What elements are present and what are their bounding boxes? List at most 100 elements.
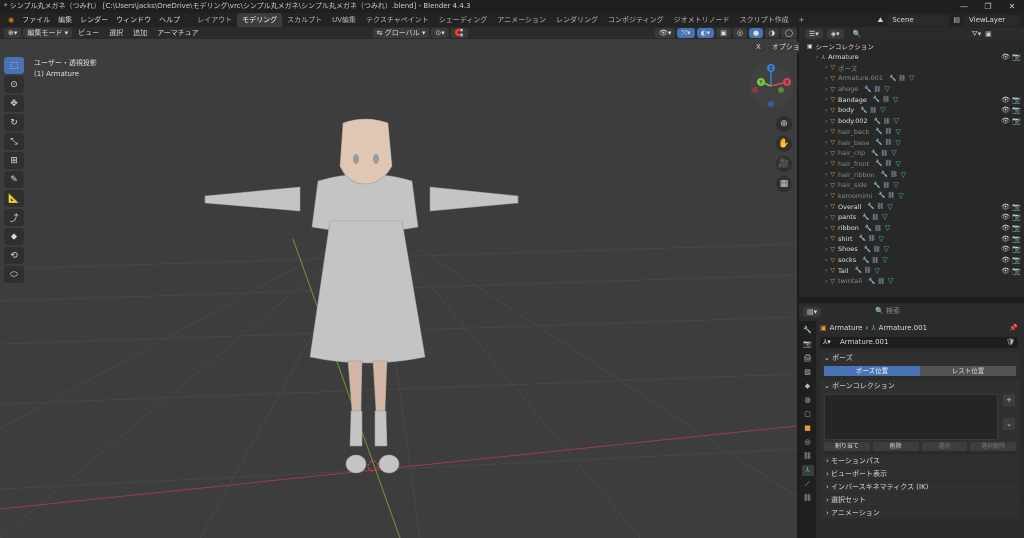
chevron-right-icon[interactable]: › xyxy=(825,139,827,146)
outliner-row[interactable]: › ▽ hair_back 🔧 ⛓ ▽ xyxy=(799,127,1024,138)
tab-modeling[interactable]: モデリング xyxy=(237,13,283,27)
bone-collections-list[interactable] xyxy=(824,394,998,440)
outliner-row[interactable]: › ▽ twintail 🔧 ⛓ ▽ xyxy=(799,276,1024,287)
maximize-button[interactable]: ❐ xyxy=(976,0,1000,13)
animation-panel[interactable]: › アニメーション xyxy=(820,507,1020,519)
outliner-row[interactable]: › ⅄ Armature 👁 📷 xyxy=(799,52,1024,63)
outliner-row[interactable]: › ▽ Overall 🔧 ⛓ ▽ 👁 📷 xyxy=(799,201,1024,212)
chevron-right-icon[interactable]: › xyxy=(825,86,827,93)
render-camera-icon[interactable]: 📷 xyxy=(1012,245,1021,253)
motion-paths-panel[interactable]: › モーションパス xyxy=(820,455,1020,467)
chevron-right-icon[interactable]: › xyxy=(825,214,827,221)
visibility-eye-icon[interactable]: 👁 xyxy=(1001,224,1010,232)
visibility-eye-icon[interactable]: 👁 xyxy=(1001,213,1010,221)
selection-sets-panel[interactable]: › 選択セット xyxy=(820,494,1020,506)
chevron-right-icon[interactable]: › xyxy=(825,128,827,135)
chevron-right-icon[interactable]: › xyxy=(825,192,827,199)
render-camera-icon[interactable]: 📷 xyxy=(1012,53,1021,61)
menu-file[interactable]: ファイル xyxy=(18,13,54,27)
scene-collection-row[interactable]: ▣ シーンコレクション xyxy=(799,41,1024,52)
scene-tab-icon[interactable]: ◆ xyxy=(802,381,814,392)
render-camera-icon[interactable]: 📷 xyxy=(1012,96,1021,104)
chevron-right-icon[interactable]: › xyxy=(825,278,827,285)
tab-geometry-nodes[interactable]: ジオメトリノード xyxy=(669,13,735,27)
render-camera-icon[interactable]: 📷 xyxy=(1012,267,1021,275)
visibility-eye-icon[interactable]: 👁 xyxy=(1001,106,1010,114)
snap-icon[interactable]: 🧲 xyxy=(450,28,468,38)
shading-material-icon[interactable]: ◑ xyxy=(765,28,780,38)
fake-user-icon[interactable]: 🛡 xyxy=(1006,337,1015,348)
tool-tab-icon[interactable]: 🔧 xyxy=(802,325,814,336)
menu-edit[interactable]: 編集 xyxy=(54,13,76,27)
scene-field[interactable]: Scene xyxy=(887,14,950,26)
gizmo-toggle-icon[interactable]: ⤧▾ xyxy=(677,28,695,38)
tab-compositing[interactable]: コンポジティング xyxy=(603,13,669,27)
render-camera-icon[interactable]: 📷 xyxy=(1012,224,1021,232)
outliner-row[interactable]: › ▽ hair_ribbon 🔧 ⛓ ▽ xyxy=(799,169,1024,180)
chevron-right-icon[interactable]: › xyxy=(825,267,827,274)
menu-add[interactable]: 追加 xyxy=(129,28,151,38)
shading-solid-icon[interactable]: ● xyxy=(748,28,764,38)
outliner-row[interactable]: › ▽ Shoes 🔧 ⛓ ▽ 👁 📷 xyxy=(799,244,1024,255)
armature-data-tab-icon[interactable]: ⅄ xyxy=(801,465,814,476)
datablock-icon[interactable]: ⅄▾ xyxy=(823,337,831,348)
new-collection-icon[interactable]: ▣ xyxy=(985,30,992,38)
outliner-display-mode-icon[interactable]: ◈▾ xyxy=(826,29,844,39)
outliner-row[interactable]: › ▽ ポーズ xyxy=(799,62,1024,73)
outliner-search-input[interactable]: 🔍 xyxy=(847,28,968,40)
inverse-kinematics-panel[interactable]: › インバースキネマティクス (IK) xyxy=(820,481,1020,493)
outliner-row[interactable]: › ▽ hair_side 🔧 ⛓ ▽ xyxy=(799,180,1024,191)
chevron-right-icon[interactable]: › xyxy=(825,246,827,253)
chevron-right-icon[interactable]: › xyxy=(825,75,827,82)
viewport-display-panel[interactable]: › ビューポート表示 xyxy=(820,468,1020,480)
filter-icon[interactable]: ⛛▾ xyxy=(972,30,981,39)
constraints-tab-icon[interactable]: ⛓ xyxy=(802,451,814,462)
properties-editor-type-icon[interactable]: ▤▾ xyxy=(803,307,822,317)
object-tab-icon[interactable]: ■ xyxy=(802,423,814,434)
collection-menu-button[interactable]: ⌄ xyxy=(1003,418,1015,430)
add-workspace-button[interactable]: + xyxy=(794,13,810,27)
outliner-row[interactable]: › ▽ hair_base 🔧 ⛓ ▽ xyxy=(799,137,1024,148)
pivot-icon[interactable]: ⊙▾ xyxy=(431,28,449,38)
chevron-right-icon[interactable]: › xyxy=(825,160,827,167)
outliner-row[interactable]: › ▽ ribbon 🔧 ⛓ ▽ 👁 📷 xyxy=(799,223,1024,234)
tab-sculpt[interactable]: スカルプト xyxy=(282,13,327,27)
chevron-right-icon[interactable]: › xyxy=(825,203,827,210)
outliner-row[interactable]: › ▽ shirt 🔧 ⛓ ▽ 👁 📷 xyxy=(799,233,1024,244)
render-camera-icon[interactable]: 📷 xyxy=(1012,235,1021,243)
render-camera-icon[interactable]: 📷 xyxy=(1012,106,1021,114)
visibility-eye-icon[interactable]: 👁 xyxy=(1001,267,1010,275)
tab-texture-paint[interactable]: テクスチャペイント xyxy=(361,13,434,27)
chevron-right-icon[interactable]: › xyxy=(825,118,827,125)
perspective-grid-icon[interactable]: ▦ xyxy=(776,176,792,192)
bone-envelope-icon[interactable]: ⬭ xyxy=(4,266,24,283)
visibility-eye-icon[interactable]: 👁 xyxy=(1001,245,1010,253)
outliner-row[interactable]: › ▽ hair_clip 🔧 ⛓ ▽ xyxy=(799,148,1024,159)
measure-icon[interactable]: 📐 xyxy=(4,190,24,207)
outliner-editor-type-icon[interactable]: ☰▾ xyxy=(805,29,823,39)
orientation-select[interactable]: ⇆ グローバル ▾ xyxy=(372,28,430,38)
visibility-eye-icon[interactable]: 👁 xyxy=(1001,96,1010,104)
cursor-icon[interactable]: ⊙ xyxy=(4,76,24,93)
pin-icon[interactable]: 📌 xyxy=(1009,324,1018,332)
close-button[interactable]: ✕ xyxy=(1000,0,1024,13)
add-collection-button[interactable]: + xyxy=(1003,394,1015,406)
tab-shading[interactable]: シェーディング xyxy=(434,13,493,27)
chevron-right-icon[interactable]: › xyxy=(825,225,827,232)
chevron-right-icon[interactable]: › xyxy=(825,64,827,71)
select-box-icon[interactable]: ⬚ xyxy=(4,57,24,74)
viewport-3d[interactable] xyxy=(0,39,797,538)
rest-position-button[interactable]: レスト位置 xyxy=(920,366,1016,376)
chevron-right-icon[interactable]: › xyxy=(825,171,827,178)
menu-help[interactable]: ヘルプ xyxy=(155,13,184,27)
visibility-eye-icon[interactable]: 👁 xyxy=(1001,53,1010,61)
assign-button[interactable]: 割り当て xyxy=(824,442,870,451)
properties-search-input[interactable]: 🔍 検索 xyxy=(870,306,1004,317)
remove-button[interactable]: 削除 xyxy=(872,442,919,451)
world-tab-icon[interactable]: ◍ xyxy=(802,395,814,406)
chevron-right-icon[interactable]: › xyxy=(825,107,827,114)
bone-constraints-tab-icon[interactable]: ⛓ xyxy=(802,493,814,504)
overlay-toggle-icon[interactable]: ◐▾ xyxy=(696,28,715,38)
shading-wireframe-icon[interactable]: ◎ xyxy=(732,28,747,38)
menu-window[interactable]: ウィンドウ xyxy=(112,13,155,27)
